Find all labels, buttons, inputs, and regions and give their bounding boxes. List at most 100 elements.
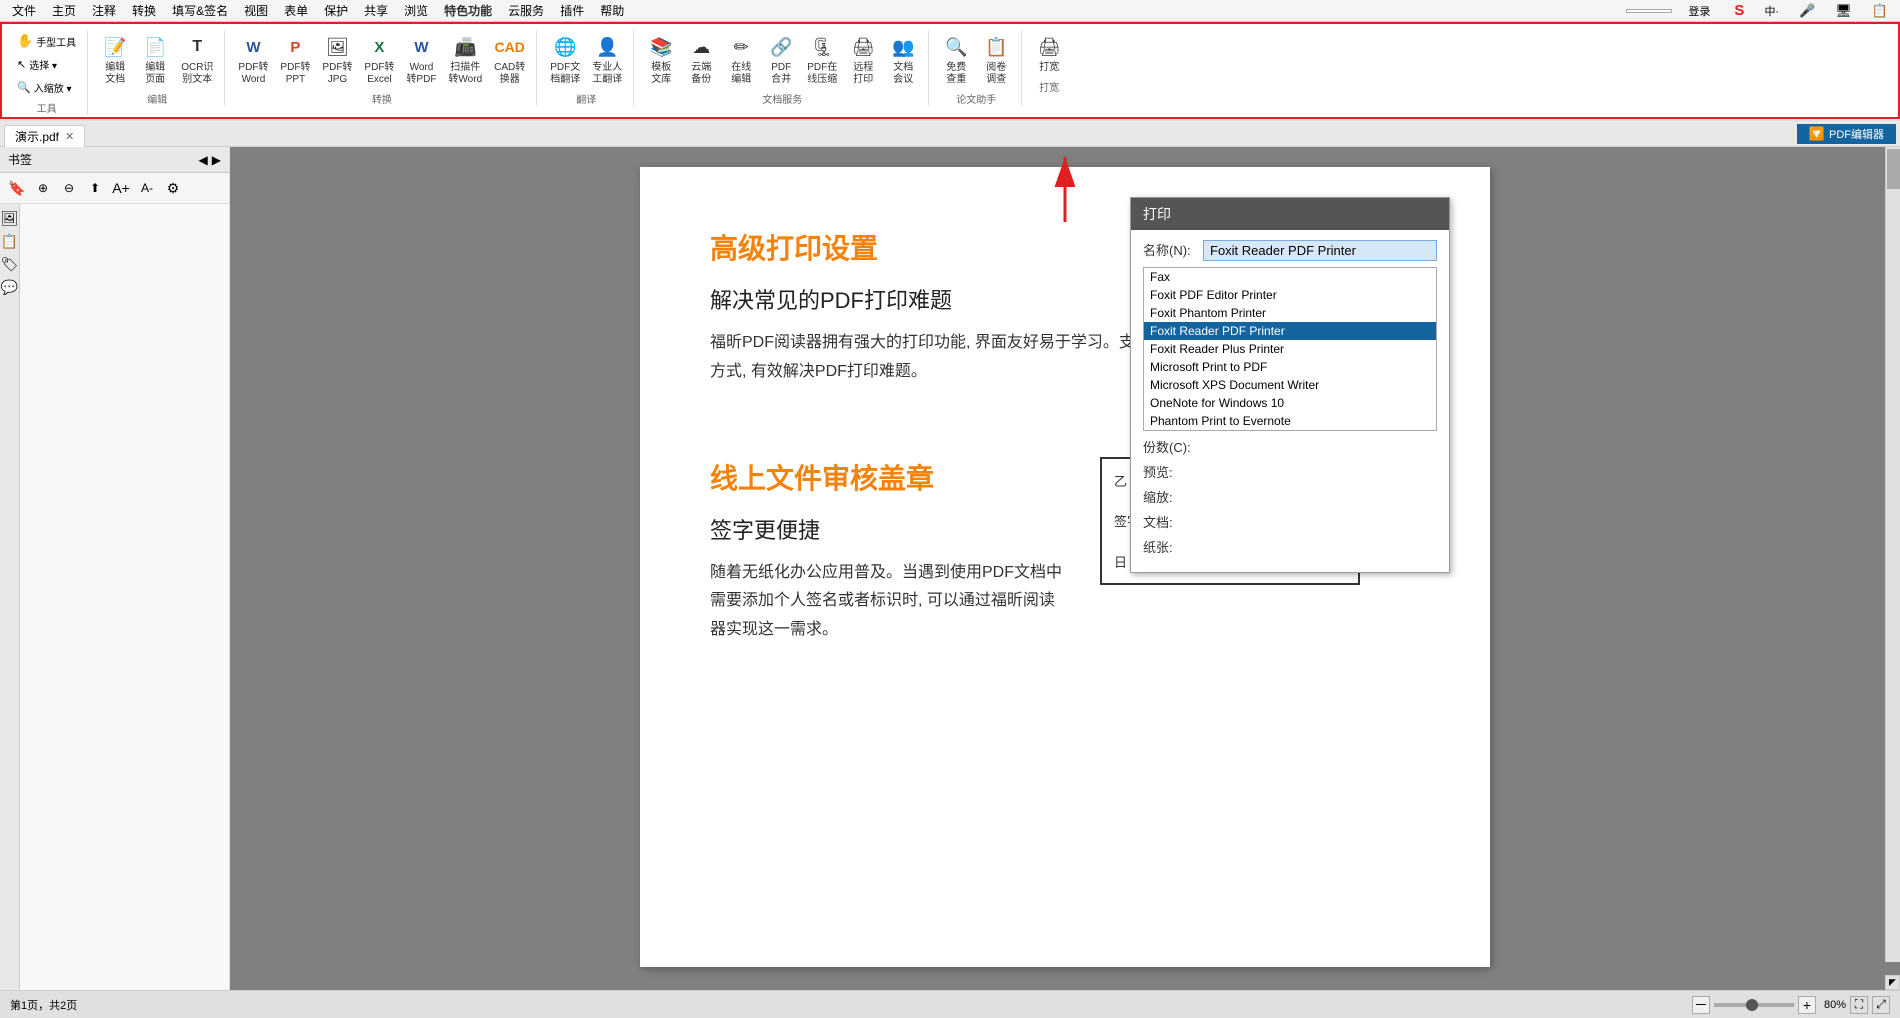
- print-document-label: 文档:: [1143, 512, 1203, 531]
- printer-onenote[interactable]: OneNote for Windows 10: [1144, 394, 1436, 412]
- zoom-thumb[interactable]: [1746, 999, 1758, 1011]
- pdf-to-excel-btn[interactable]: X PDF转Excel: [359, 30, 399, 89]
- menu-item-convert[interactable]: 转换: [124, 0, 164, 21]
- zoom-in-btn[interactable]: +: [1798, 996, 1816, 1014]
- expand-btn[interactable]: ⤢: [1872, 996, 1890, 1014]
- search-box[interactable]: [1626, 9, 1672, 13]
- settings-icon[interactable]: ⚙: [162, 177, 184, 199]
- bookmark-icon[interactable]: 🔖: [6, 177, 28, 199]
- sidebar-toolbar: 🔖 ⊕ ⊖ ⬆ A+ A- ⚙: [0, 173, 229, 204]
- remote-print-btn[interactable]: 🖨 远程打印: [844, 30, 882, 89]
- menu-item-file[interactable]: 文件: [4, 0, 44, 21]
- edit-group-label: 编辑: [147, 91, 167, 106]
- printer-ms-pdf[interactable]: Microsoft Print to PDF: [1144, 358, 1436, 376]
- printer-ms-xps[interactable]: Microsoft XPS Document Writer: [1144, 376, 1436, 394]
- sidebar-icon-4[interactable]: 💬: [1, 279, 18, 296]
- promote-icon[interactable]: ⬆: [84, 177, 106, 199]
- pdf-translate-btn[interactable]: 🌐 PDF文档翻译: [545, 30, 585, 89]
- scrollbar[interactable]: [1885, 147, 1900, 962]
- print-details: 份数(C): 预览: 缩放: 文档:: [1143, 437, 1437, 556]
- print-name-label: 名称(N):: [1143, 240, 1203, 259]
- template-library-btn[interactable]: 📚 模板文库: [642, 30, 680, 89]
- fit-page-btn[interactable]: ⛶: [1850, 996, 1868, 1014]
- scan-to-word-btn[interactable]: 📠 扫描件转Word: [443, 30, 487, 89]
- menu-item-share[interactable]: 共享: [356, 0, 396, 21]
- doc-meeting-btn[interactable]: 👥 文档会议: [884, 30, 922, 89]
- print-group: 🖨 打宽 打宽: [1024, 30, 1074, 94]
- sidebar-icon-2[interactable]: 📋: [1, 233, 18, 250]
- sidebar: 书签 ◀ ▶ 🔖 ⊕ ⊖ ⬆ A+ A- ⚙ 🖼 📋 🏷 💬: [0, 147, 230, 990]
- font-large-icon[interactable]: A+: [110, 177, 132, 199]
- zoom-btn-ribbon[interactable]: 🔍 入缩放 ▾: [12, 77, 77, 98]
- sidebar-body: 🖼 📋 🏷 💬: [0, 204, 229, 990]
- menu-item-sign[interactable]: 填写&签名: [164, 0, 236, 21]
- print-dialog-title: 打印: [1131, 198, 1449, 230]
- menu-item-plugin[interactable]: 插件: [552, 0, 592, 21]
- printer-foxit-plus[interactable]: Foxit Reader Plus Printer: [1144, 340, 1436, 358]
- hand-tool-btn[interactable]: ✋ 手型工具: [12, 30, 81, 52]
- zoom-slider[interactable]: [1714, 1003, 1794, 1007]
- pdf-to-ppt-btn[interactable]: P PDF转PPT: [275, 30, 315, 89]
- section2-subtitle: 签字更便捷: [710, 513, 1070, 545]
- sidebar-title: 书签: [8, 151, 32, 168]
- menu-item-browse[interactable]: 浏览: [396, 0, 436, 21]
- printer-foxit-phantom[interactable]: Foxit Phantom Printer: [1144, 304, 1436, 322]
- menu-item-cloud[interactable]: 云服务: [500, 0, 552, 21]
- pdf-viewer: 高级打印设置 解决常见的PDF打印难题 福昕PDF阅读器拥有强大的打印功能, 界…: [230, 147, 1900, 990]
- select-btn[interactable]: ↖ 选择 ▾: [12, 54, 62, 75]
- section-sig-text: 线上文件审核盖章 签字更便捷 随着无纸化办公应用普及。当遇到使用PDF文档中需要…: [710, 457, 1070, 675]
- print-printer-list[interactable]: Fax Foxit PDF Editor Printer Foxit Phant…: [1143, 267, 1437, 431]
- printer-phantom-evernote[interactable]: Phantom Print to Evernote: [1144, 412, 1436, 430]
- menu-item-annotation[interactable]: 注释: [84, 0, 124, 21]
- sidebar-collapse-btn[interactable]: ▶: [212, 153, 221, 167]
- zoom-out-btn[interactable]: －: [1692, 996, 1710, 1014]
- word-to-pdf-btn[interactable]: W Word转PDF: [401, 30, 441, 89]
- file-tab-close[interactable]: ✕: [65, 130, 74, 143]
- edit-page-btn[interactable]: 📄 编辑页面: [136, 30, 174, 89]
- printer-foxit-editor[interactable]: Foxit PDF Editor Printer: [1144, 286, 1436, 304]
- pdf-to-jpg-btn[interactable]: 🖼 PDF转JPG: [317, 30, 357, 89]
- pdf-compress-btn[interactable]: 🗜 PDF在线压缩: [802, 30, 842, 89]
- menu-item-help[interactable]: 帮助: [592, 0, 632, 21]
- printer-fax[interactable]: Fax: [1144, 268, 1436, 286]
- menu-item-home[interactable]: 主页: [44, 0, 84, 21]
- menu-item-protect[interactable]: 保护: [316, 0, 356, 21]
- print-copies-row: 份数(C):: [1143, 437, 1437, 456]
- print-name-input[interactable]: Foxit Reader PDF Printer: [1203, 240, 1437, 261]
- pdf-to-word-btn[interactable]: W PDF转Word: [233, 30, 273, 89]
- translate-group-label: 翻译: [576, 91, 596, 106]
- menu-item-view[interactable]: 视图: [236, 0, 276, 21]
- section2-body: 随着无纸化办公应用普及。当遇到使用PDF文档中需要添加个人签名或者标识时, 可以…: [710, 559, 1070, 645]
- free-check-btn[interactable]: 🔍 免费查重: [937, 30, 975, 89]
- file-tab-demo[interactable]: 演示.pdf ✕: [4, 125, 85, 147]
- scrollbar-thumb[interactable]: [1887, 149, 1900, 189]
- scrollbar-corner: ◤: [1885, 975, 1900, 990]
- login-btn[interactable]: 登录: [1680, 1, 1718, 21]
- printer-foxit-reader[interactable]: Foxit Reader PDF Printer: [1144, 322, 1436, 340]
- ribbon: ✋ 手型工具 ↖ 选择 ▾ 🔍 入缩放 ▾ 工具 📝 编辑文档: [0, 22, 1900, 121]
- sidebar-icon-3[interactable]: 🏷: [1, 256, 19, 273]
- print-wide-btn[interactable]: 🖨 打宽: [1030, 30, 1068, 77]
- sidebar-expand-btn[interactable]: ◀: [199, 153, 208, 167]
- pdf-merge-btn[interactable]: 🔗 PDF合并: [762, 30, 800, 89]
- online-edit-btn[interactable]: ✏ 在线编辑: [722, 30, 760, 89]
- add-bookmark-icon[interactable]: ⊕: [32, 177, 54, 199]
- menu-item-special[interactable]: 特色功能: [436, 0, 500, 21]
- pdf-editor-btn[interactable]: 🔽 PDF编辑器: [1797, 124, 1896, 144]
- print-paper-row: 纸张:: [1143, 537, 1437, 556]
- print-document-row: 文档:: [1143, 512, 1437, 531]
- sidebar-icon-1[interactable]: 🖼: [1, 210, 19, 227]
- human-translate-btn[interactable]: 👤 专业人工翻译: [587, 30, 627, 89]
- edit-doc-btn[interactable]: 📝 编辑文档: [96, 30, 134, 89]
- print-copies-label: 份数(C):: [1143, 437, 1203, 456]
- ocr-btn[interactable]: T OCR识别文本: [176, 30, 218, 89]
- remove-bookmark-icon[interactable]: ⊖: [58, 177, 80, 199]
- cad-converter-btn[interactable]: CAD CAD转换器: [489, 30, 530, 89]
- main-area: 书签 ◀ ▶ 🔖 ⊕ ⊖ ⬆ A+ A- ⚙ 🖼 📋 🏷 💬: [0, 147, 1900, 990]
- file-tab-label: 演示.pdf: [15, 128, 59, 145]
- survey-btn[interactable]: 📋 阅卷调查: [977, 30, 1015, 89]
- menu-item-form[interactable]: 表单: [276, 0, 316, 21]
- zoom-control: － + 80% ⛶ ⤢: [1692, 996, 1890, 1014]
- cloud-backup-btn[interactable]: ☁ 云端备份: [682, 30, 720, 89]
- font-small-icon[interactable]: A-: [136, 177, 158, 199]
